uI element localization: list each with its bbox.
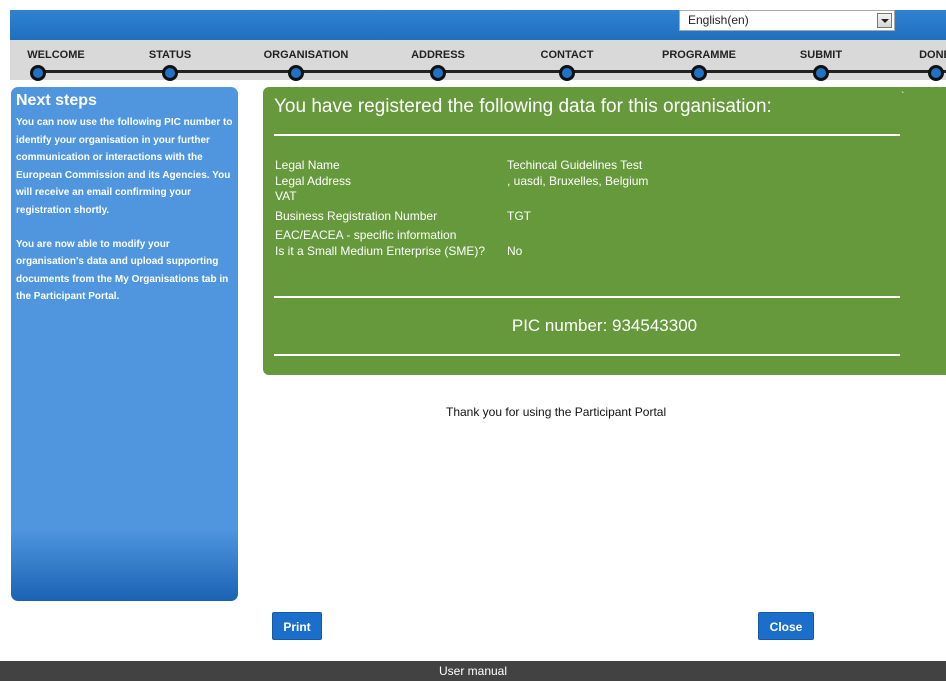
print-button[interactable]: Print <box>272 612 322 640</box>
step-done-label: DONE <box>919 49 946 61</box>
field-legal-name: Legal Name Techincal Guidelines Test <box>275 158 648 174</box>
field-business-registration-number: Business Registration Number TGT <box>275 209 648 225</box>
close-button[interactable]: Close <box>758 612 814 640</box>
next-steps-panel: Next steps You can now use the following… <box>11 87 238 601</box>
next-steps-paragraph-1: You can now use the following PIC number… <box>16 117 233 216</box>
divider <box>274 296 900 298</box>
step-done-dot <box>928 65 944 81</box>
step-welcome-dot <box>30 65 46 81</box>
field-value: , uasdi, Bruxelles, Belgium <box>507 173 649 188</box>
language-select-value: English(en) <box>688 13 749 27</box>
step-submit-dot <box>813 65 829 81</box>
step-address-dot <box>430 65 446 81</box>
field-label: Business Registration Number <box>275 208 438 223</box>
field-label: EAC/EACEA - specific information <box>275 228 457 242</box>
step-contact-label: CONTACT <box>540 49 594 61</box>
field-label: Is it a Small Medium Enterprise (SME)? <box>275 243 486 258</box>
next-steps-title: Next steps <box>16 92 97 109</box>
field-label: Legal Name <box>275 158 340 172</box>
divider <box>274 354 900 356</box>
summary-heading: You have registered the following data f… <box>274 96 772 117</box>
step-status-label: STATUS <box>148 49 192 61</box>
step-programme-label: PROGRAMME <box>662 49 736 61</box>
step-address-label: ADDRESS <box>411 49 465 61</box>
field-vat: VAT <box>275 189 648 205</box>
field-value: Techincal Guidelines Test <box>507 158 643 172</box>
field-legal-address: Legal Address , uasdi, Bruxelles, Belgiu… <box>275 174 648 190</box>
step-welcome-label: WELCOME <box>27 49 85 61</box>
progress-steps: WELCOME STATUS ORGANISATION ADDRESS CONT… <box>10 40 946 81</box>
registration-summary-panel: You have registered the following data f… <box>263 87 946 375</box>
step-programme-dot <box>691 65 707 81</box>
field-value: TGT <box>507 208 531 223</box>
next-steps-paragraph-2: You are now able to modify your organisa… <box>16 238 229 303</box>
field-eac-eacea-info: EAC/EACEA - specific information <box>275 228 648 244</box>
field-label: VAT <box>275 189 297 203</box>
divider <box>274 134 900 136</box>
step-submit-label: SUBMIT <box>799 49 843 61</box>
field-label: Legal Address <box>275 173 352 188</box>
summary-tick-mark: ` <box>901 91 905 102</box>
field-value: No <box>507 243 523 258</box>
chevron-down-icon[interactable] <box>877 13 892 28</box>
language-select[interactable]: English(en) <box>679 10 895 31</box>
step-organisation-dot <box>288 65 304 81</box>
user-manual-link[interactable]: User manual <box>439 664 507 678</box>
footer: User manual <box>0 661 946 681</box>
step-contact-dot <box>559 65 575 81</box>
step-organisation-label: ORGANISATION <box>263 49 349 61</box>
field-sme: Is it a Small Medium Enterprise (SME)? N… <box>275 244 648 260</box>
pic-number: PIC number: 934543300 <box>511 316 698 335</box>
summary-fields: Legal Name Techincal Guidelines Test Leg… <box>275 158 648 259</box>
thank-you-message: Thank you for using the Participant Port… <box>446 405 667 419</box>
step-status-dot <box>162 65 178 81</box>
